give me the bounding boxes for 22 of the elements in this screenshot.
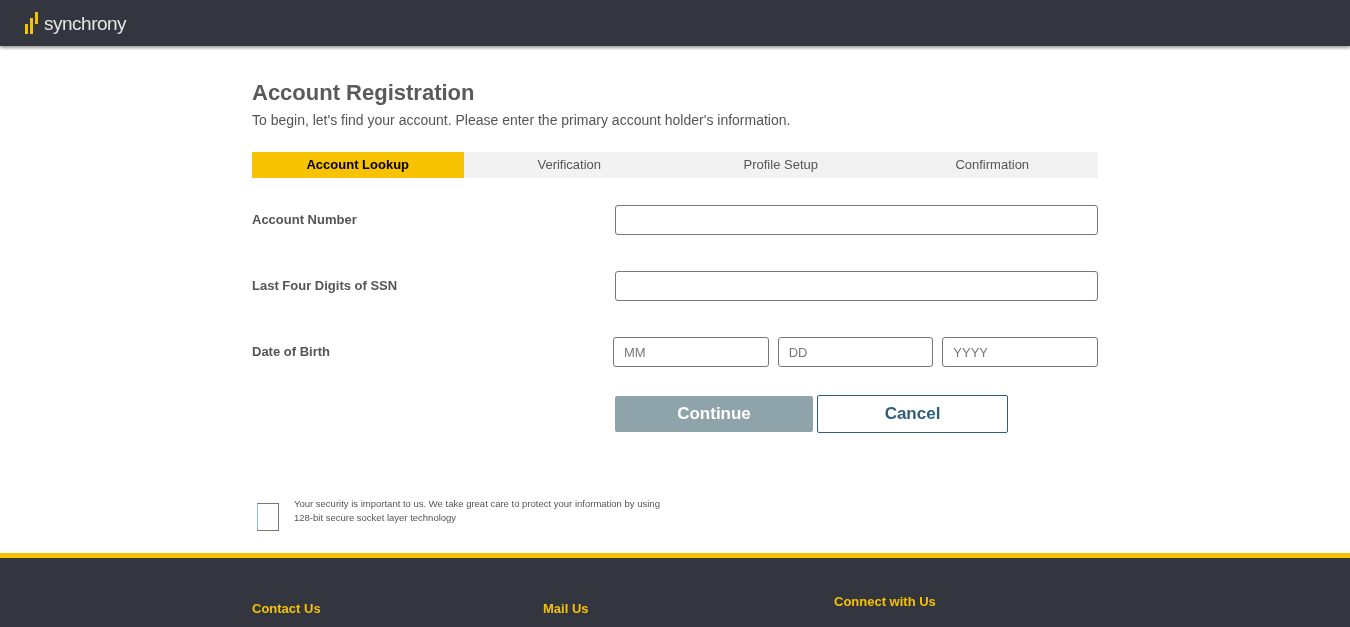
step-tab[interactable]: Verification: [463, 152, 675, 178]
step-tab[interactable]: Account Lookup: [252, 152, 464, 178]
input-field[interactable]: [615, 205, 1098, 235]
cancel-button[interactable]: Cancel: [817, 395, 1008, 433]
field-label: Account Number: [252, 211, 358, 230]
step-tab[interactable]: Profile Setup: [675, 152, 887, 178]
page-subtitle: To begin, let's find your account. Please enter the primary account holder's information.: [252, 111, 792, 130]
security-note: Your security is important to us. We take great care to protect your information by using 128-bit secure socket layer technology: [294, 497, 661, 525]
page-title: Account Registration: [252, 80, 476, 106]
footer-heading: Mail Us: [543, 602, 589, 615]
logo-icon: [25, 12, 39, 34]
input-field[interactable]: YYYY: [942, 337, 1098, 367]
input-field[interactable]: MM: [613, 337, 769, 367]
field-label: Last Four Digits of SSN: [252, 277, 399, 296]
step-tab[interactable]: Confirmation: [886, 152, 1098, 178]
security-badge-placeholder: [257, 503, 279, 531]
footer-heading: Contact Us: [252, 602, 321, 615]
field-label: Date of Birth: [252, 343, 331, 362]
input-field[interactable]: [615, 271, 1098, 301]
input-field[interactable]: DD: [777, 337, 934, 367]
logo-text[interactable]: synchrony: [44, 13, 127, 33]
footer-heading: Connect with Us: [834, 595, 936, 608]
